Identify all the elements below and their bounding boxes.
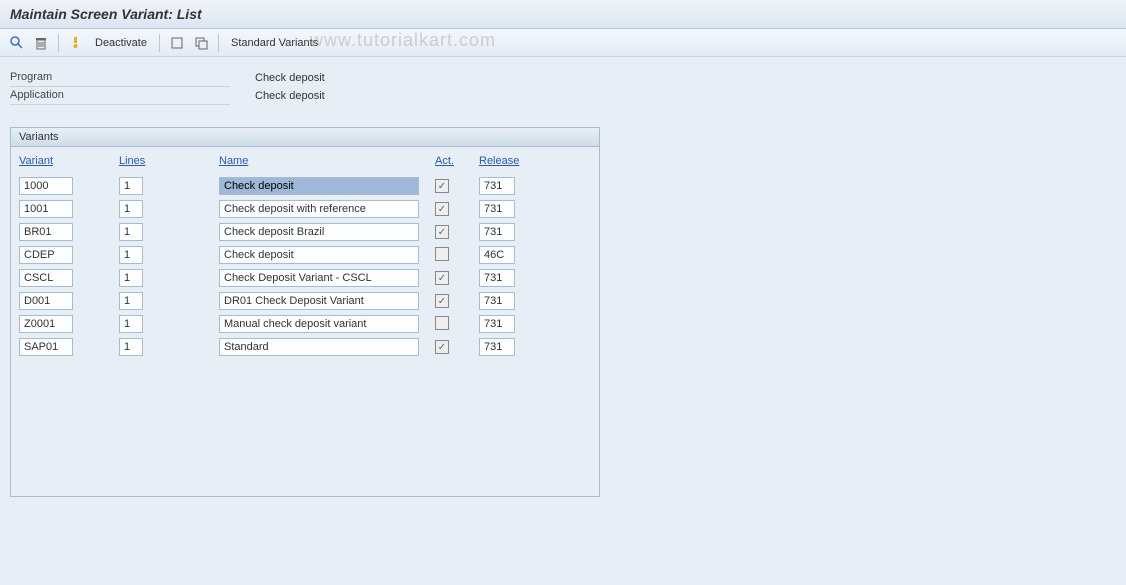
panel-title: Variants xyxy=(11,128,599,147)
lines-input[interactable] xyxy=(119,338,143,356)
variants-panel: Variants Variant Lines Name Act. Release xyxy=(10,127,600,497)
application-label: Application xyxy=(10,87,230,105)
col-header-name[interactable]: Name xyxy=(219,155,248,167)
copy-icon[interactable] xyxy=(192,34,210,52)
name-input[interactable] xyxy=(219,315,419,333)
delete-icon[interactable] xyxy=(32,34,50,52)
name-input[interactable] xyxy=(219,200,419,218)
lines-input[interactable] xyxy=(119,200,143,218)
act-checkbox[interactable] xyxy=(435,179,449,193)
release-input[interactable] xyxy=(479,315,515,333)
release-input[interactable] xyxy=(479,246,515,264)
standard-variants-button[interactable]: Standard Variants xyxy=(231,37,318,49)
release-input[interactable] xyxy=(479,292,515,310)
table-row xyxy=(19,175,591,197)
release-input[interactable] xyxy=(479,338,515,356)
table-row xyxy=(19,221,591,243)
detail-icon[interactable] xyxy=(8,34,26,52)
act-checkbox[interactable] xyxy=(435,247,449,261)
variant-input[interactable] xyxy=(19,269,73,287)
act-checkbox[interactable] xyxy=(435,316,449,330)
act-checkbox[interactable] xyxy=(435,202,449,216)
lines-input[interactable] xyxy=(119,246,143,264)
table-header-row: Variant Lines Name Act. Release xyxy=(19,151,591,171)
variant-input[interactable] xyxy=(19,223,73,241)
lines-input[interactable] xyxy=(119,292,143,310)
name-input[interactable] xyxy=(219,269,419,287)
program-label: Program xyxy=(10,69,230,87)
lines-input[interactable] xyxy=(119,223,143,241)
act-checkbox[interactable] xyxy=(435,294,449,308)
release-input[interactable] xyxy=(479,269,515,287)
program-value: Check deposit xyxy=(230,72,325,84)
variant-input[interactable] xyxy=(19,246,73,264)
name-input[interactable] xyxy=(219,223,419,241)
application-value: Check deposit xyxy=(230,90,325,102)
variant-input[interactable] xyxy=(19,177,73,195)
toolbar-separator xyxy=(58,34,59,52)
name-input[interactable] xyxy=(219,292,419,310)
table-row xyxy=(19,290,591,312)
toolbar: Deactivate Standard Variants xyxy=(0,29,1126,57)
release-input[interactable] xyxy=(479,177,515,195)
act-checkbox[interactable] xyxy=(435,225,449,239)
lines-input[interactable] xyxy=(119,315,143,333)
release-input[interactable] xyxy=(479,223,515,241)
page-title: Maintain Screen Variant: List xyxy=(0,0,1126,29)
table-row xyxy=(19,244,591,266)
table-row xyxy=(19,313,591,335)
col-header-act[interactable]: Act. xyxy=(435,155,454,167)
name-input[interactable] xyxy=(219,338,419,356)
col-header-release[interactable]: Release xyxy=(479,155,519,167)
table-row xyxy=(19,267,591,289)
lines-input[interactable] xyxy=(119,177,143,195)
variant-input[interactable] xyxy=(19,292,73,310)
table-row xyxy=(19,198,591,220)
toolbar-separator xyxy=(159,34,160,52)
info-section: Program Check deposit Application Check … xyxy=(0,57,1126,109)
activate-icon[interactable] xyxy=(67,34,85,52)
col-header-variant[interactable]: Variant xyxy=(19,155,53,167)
variant-input[interactable] xyxy=(19,338,73,356)
create-icon[interactable] xyxy=(168,34,186,52)
lines-input[interactable] xyxy=(119,269,143,287)
table-row xyxy=(19,336,591,358)
toolbar-separator xyxy=(218,34,219,52)
act-checkbox[interactable] xyxy=(435,271,449,285)
variant-input[interactable] xyxy=(19,315,73,333)
name-input[interactable] xyxy=(219,246,419,264)
col-header-lines[interactable]: Lines xyxy=(119,155,145,167)
release-input[interactable] xyxy=(479,200,515,218)
variant-input[interactable] xyxy=(19,200,73,218)
name-input[interactable] xyxy=(219,177,419,195)
act-checkbox[interactable] xyxy=(435,340,449,354)
deactivate-button[interactable]: Deactivate xyxy=(95,37,147,49)
